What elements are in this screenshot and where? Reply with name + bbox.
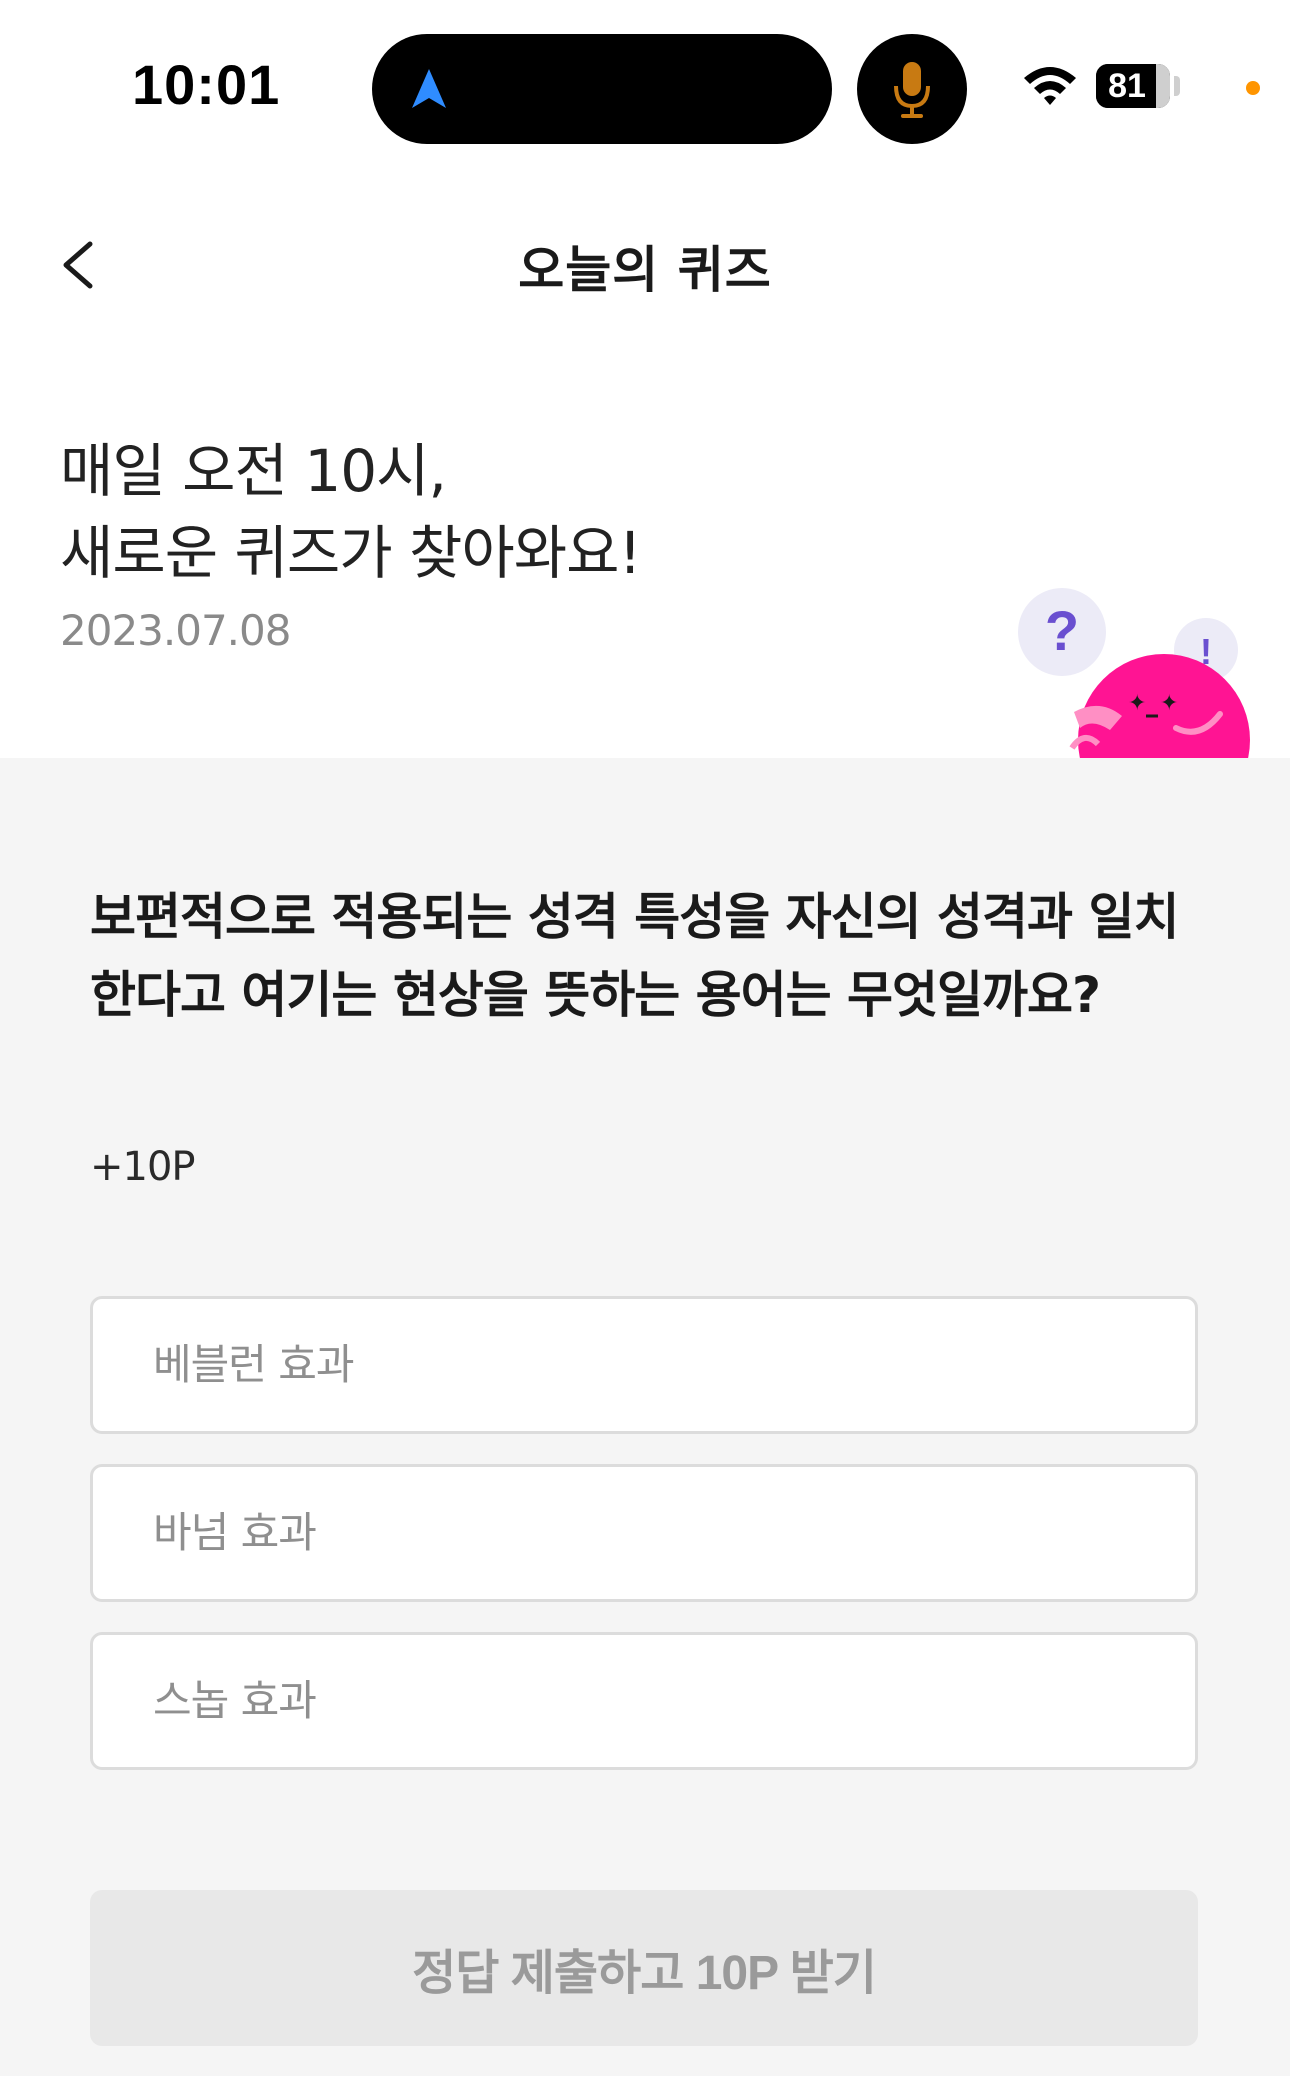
mascot-eye-left: ✦ bbox=[1128, 691, 1146, 716]
intro-line-1: 매일 오전 10시, bbox=[60, 437, 447, 505]
answer-option-label: 스놉 효과 bbox=[153, 1676, 317, 1725]
mascot-illustration: ? ! ✦ ✦ bbox=[1018, 588, 1250, 760]
reward-points: +10P bbox=[90, 1144, 196, 1190]
header: 오늘의 퀴즈 bbox=[0, 200, 1290, 320]
answer-option-3[interactable]: 스놉 효과 bbox=[90, 1632, 1198, 1770]
location-arrow-icon bbox=[412, 69, 446, 108]
intro: 매일 오전 10시, 새로운 퀴즈가 찾아와요! 2023.07.08 bbox=[60, 430, 960, 655]
microphone-icon bbox=[894, 62, 930, 118]
status-time: 10:01 bbox=[132, 53, 281, 116]
answer-option-label: 바넘 효과 bbox=[153, 1508, 317, 1557]
answer-option-2[interactable]: 바넘 효과 bbox=[90, 1464, 1198, 1602]
question-mark: ? bbox=[1045, 599, 1079, 662]
quiz-question: 보편적으로 적용되는 성격 특성을 자신의 성격과 일치한다고 여기는 현상을 … bbox=[90, 888, 1179, 1024]
answer-option-1[interactable]: 베블런 효과 bbox=[90, 1296, 1198, 1434]
answer-option-label: 베블런 효과 bbox=[153, 1340, 355, 1389]
wifi-icon bbox=[1024, 67, 1076, 105]
page-title: 오늘의 퀴즈 bbox=[518, 241, 772, 299]
status-bar: 10:01 81 bbox=[0, 0, 1290, 170]
battery-cap bbox=[1174, 76, 1180, 96]
privacy-dot bbox=[1246, 81, 1260, 95]
quiz-date: 2023.07.08 bbox=[60, 606, 291, 655]
battery-percent: 81 bbox=[1108, 67, 1146, 105]
submit-answer-label: 정답 제출하고 10P 받기 bbox=[412, 1947, 877, 2000]
quiz-section: 보편적으로 적용되는 성격 특성을 자신의 성격과 일치한다고 여기는 현상을 … bbox=[0, 758, 1290, 2076]
mascot-eye-right: ✦ bbox=[1160, 691, 1178, 716]
submit-answer-button[interactable]: 정답 제출하고 10P 받기 bbox=[90, 1890, 1198, 2046]
screen: 10:01 81 오늘의 퀴즈 매일 오전 10시, 새로운 퀴즈가 찾아와요!… bbox=[0, 0, 1290, 2076]
battery-icon: 81 bbox=[1096, 64, 1170, 108]
intro-line-2: 새로운 퀴즈가 찾아와요! bbox=[60, 519, 642, 587]
battery-empty-portion bbox=[1156, 64, 1170, 108]
